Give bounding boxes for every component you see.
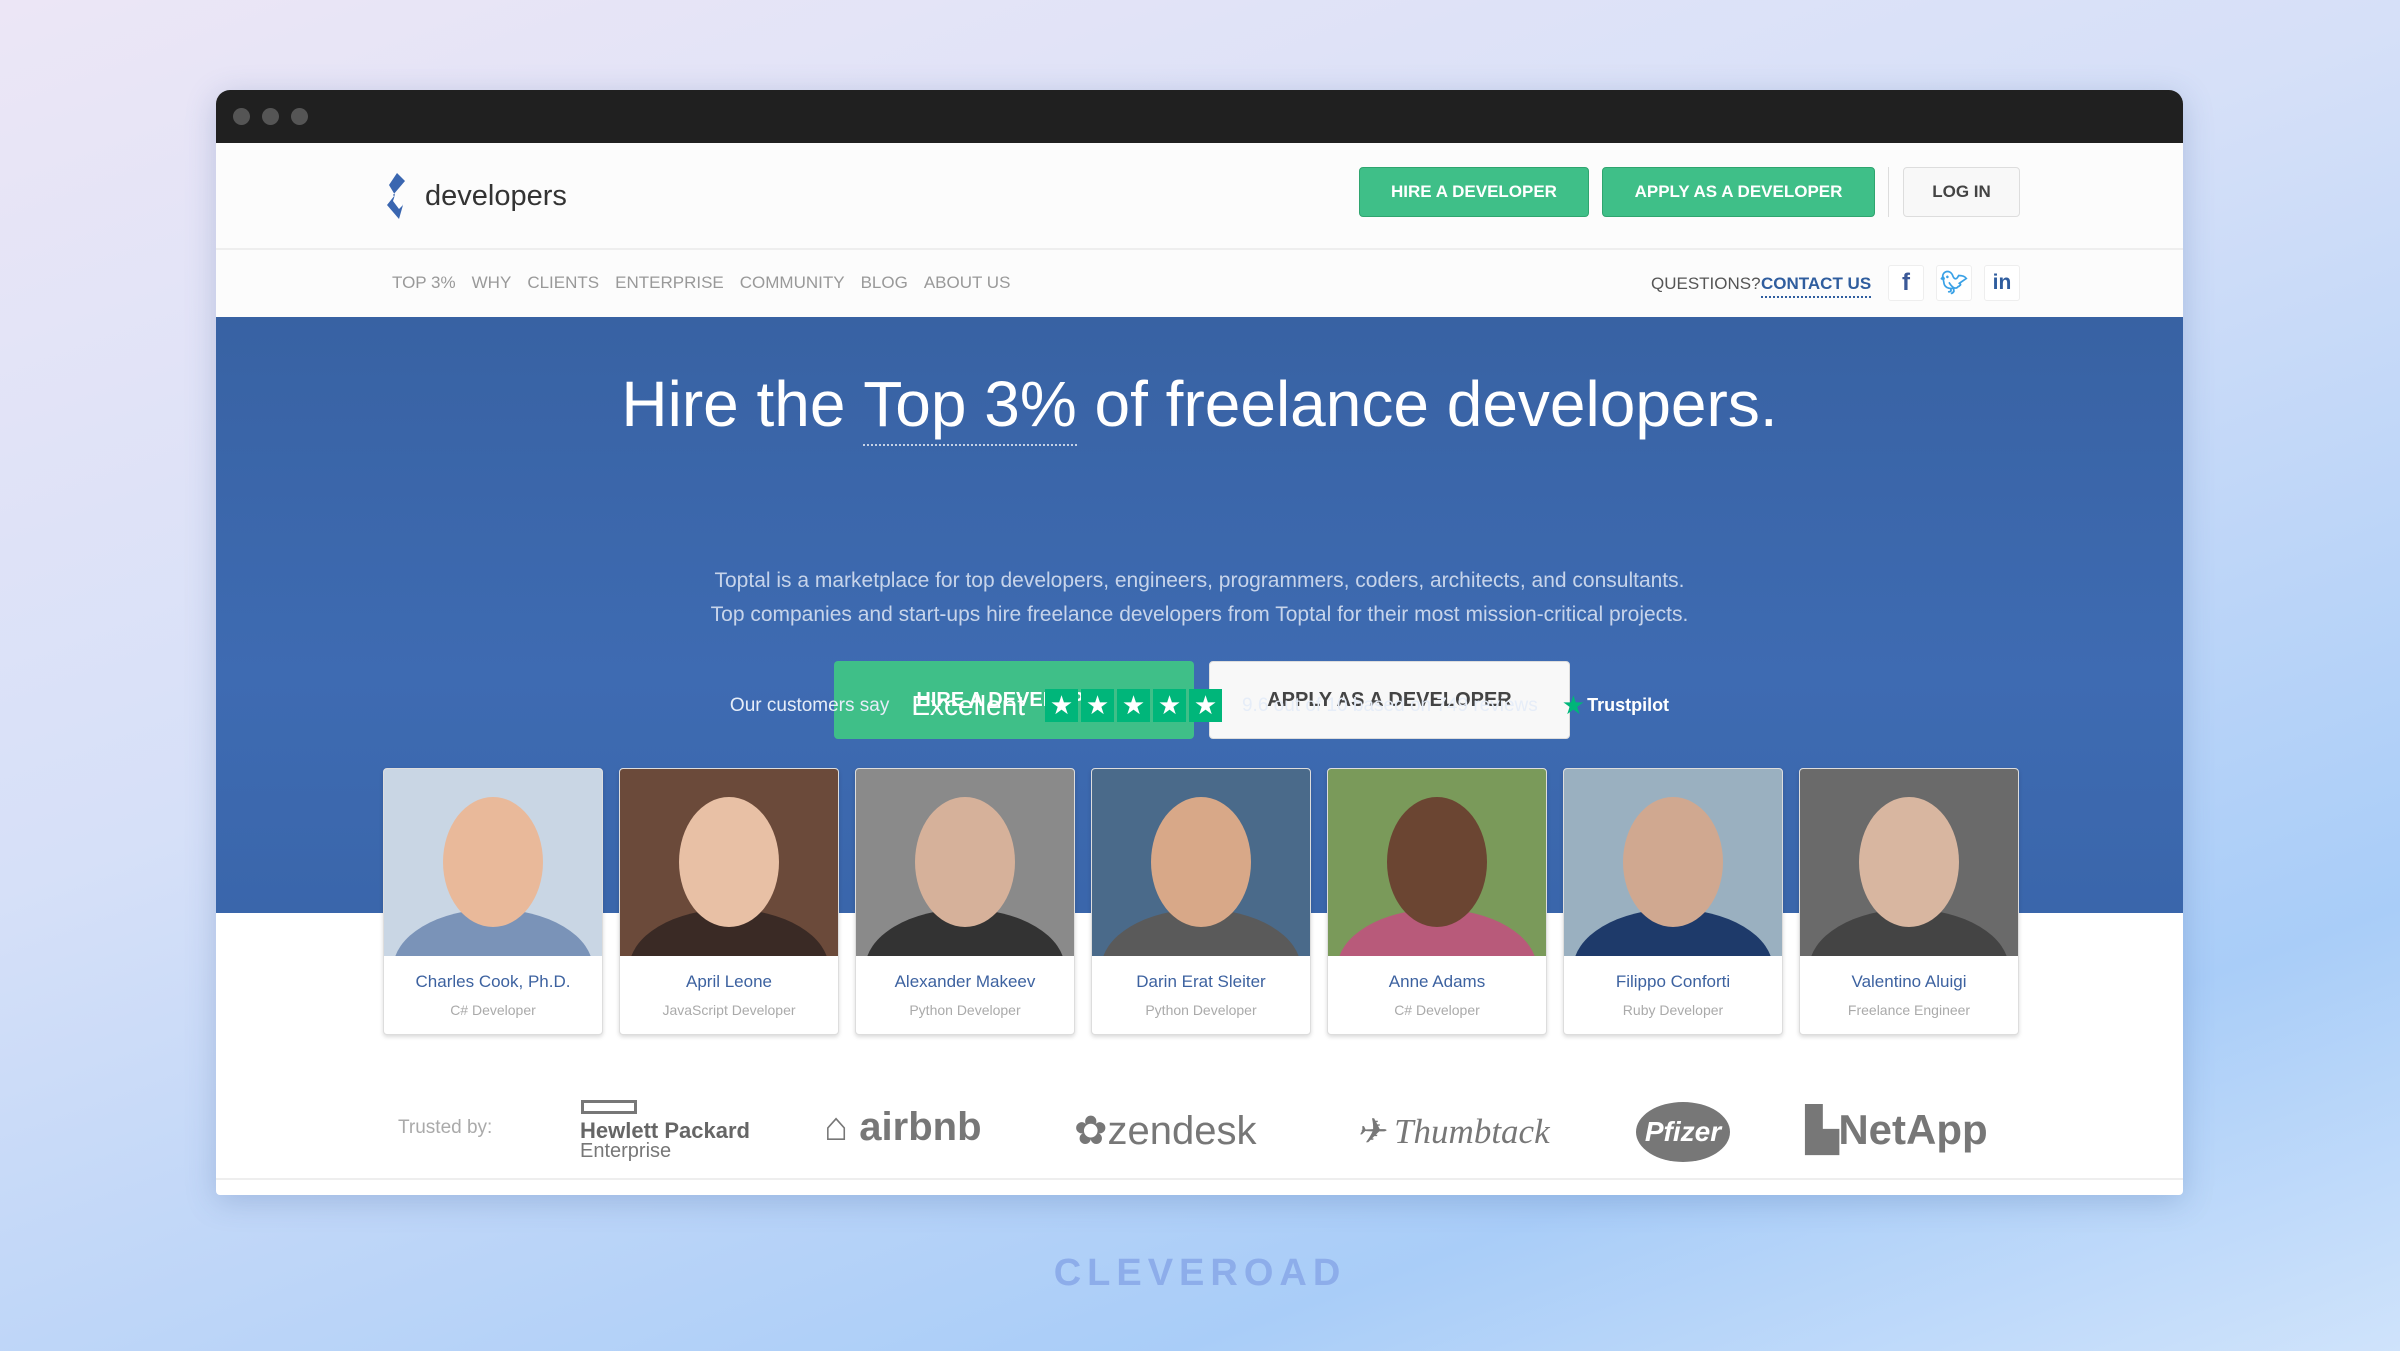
developer-name[interactable]: Anne Adams	[1328, 972, 1546, 992]
developer-photo	[1800, 769, 2018, 956]
star-icon: ★	[1116, 689, 1150, 722]
netapp-logo-icon: ▙	[1806, 1106, 1839, 1153]
developer-name[interactable]: Filippo Conforti	[1564, 972, 1782, 992]
developer-photo	[856, 769, 1074, 956]
window-minimize-dot[interactable]	[262, 108, 279, 125]
trustpilot-rating-word: Excellent	[911, 689, 1025, 721]
trustpilot-star-icon: ★	[1561, 690, 1586, 720]
window-close-dot[interactable]	[233, 108, 250, 125]
headline-part: .	[1759, 368, 1778, 440]
brand-hpe-enterprise: Enterprise	[580, 1140, 672, 1162]
star-icon: ★	[1044, 689, 1078, 722]
brand-zendesk-text: zendesk	[1107, 1109, 1257, 1153]
trustpilot-stars: ★ ★ ★ ★ ★	[1044, 689, 1222, 722]
window-maximize-dot[interactable]	[291, 108, 308, 125]
headline-part: of freelance	[1076, 368, 1447, 440]
nav-clients[interactable]: CLIENTS	[527, 273, 599, 293]
header-divider	[1888, 167, 1889, 217]
thumbtack-logo-icon: ✈	[1356, 1112, 1386, 1151]
title-bar	[216, 90, 2183, 143]
nav-community[interactable]: COMMUNITY	[740, 273, 845, 293]
brand-thumbtack: ✈ Thumbtack	[1356, 1112, 1550, 1152]
headline-developers: developers	[1446, 368, 1760, 440]
login-button[interactable]: LOG IN	[1903, 167, 2020, 217]
hero-headline: Hire the Top 3% of freelance developers.	[216, 367, 2183, 446]
hero-subtext-1: Toptal is a marketplace for top develope…	[714, 569, 1685, 592]
linkedin-icon[interactable]: in	[1984, 265, 2020, 301]
developer-name[interactable]: Darin Erat Sleiter	[1092, 972, 1310, 992]
developer-card[interactable]: April Leone JavaScript Developer	[619, 768, 839, 1035]
brand-zendesk: ✿zendesk	[1074, 1108, 1257, 1154]
developer-role: JavaScript Developer	[662, 1002, 796, 1018]
nav-blog[interactable]: BLOG	[861, 273, 908, 293]
nav-enterprise[interactable]: ENTERPRISE	[615, 273, 724, 293]
developer-card[interactable]: Darin Erat Sleiter Python Developer	[1091, 768, 1311, 1035]
developer-card[interactable]: Anne Adams C# Developer	[1327, 768, 1547, 1035]
developer-card[interactable]: Alexander Makeev Python Developer	[855, 768, 1075, 1035]
brand-netapp-text: NetApp	[1838, 1106, 1988, 1153]
brand-airbnb-text: airbnb	[859, 1105, 982, 1149]
developer-photo	[1564, 769, 1782, 956]
brand-airbnb: ⌂ airbnb	[824, 1105, 982, 1150]
trusted-label: Trusted by:	[398, 1117, 493, 1138]
developer-name[interactable]: Charles Cook, Ph.D.	[384, 972, 602, 992]
developer-photo	[620, 769, 838, 956]
toptal-logo-icon	[387, 173, 405, 219]
headline-top3: Top 3%	[863, 368, 1077, 446]
logo-text: developers	[425, 179, 567, 212]
star-icon: ★	[1080, 689, 1114, 722]
site-header: developers HIRE A DEVELOPER APPLY AS A D…	[216, 143, 2183, 250]
star-icon: ★	[1188, 689, 1222, 722]
developer-photo	[1092, 769, 1310, 956]
star-icon: ★	[1152, 689, 1186, 722]
header-hire-button[interactable]: HIRE A DEVELOPER	[1359, 167, 1589, 217]
headline-part: Hire the	[621, 368, 864, 440]
trustpilot-summary: 9.6 out of 10 based on 749 reviews	[1241, 694, 1538, 716]
developer-photo	[384, 769, 602, 956]
developer-card[interactable]: Filippo Conforti Ruby Developer	[1563, 768, 1783, 1035]
footer-divider	[216, 1178, 2183, 1180]
developer-role: Ruby Developer	[1622, 1002, 1724, 1018]
developer-photo	[1328, 769, 1546, 956]
developer-role: Python Developer	[1145, 1002, 1257, 1018]
developer-name[interactable]: April Leone	[620, 972, 838, 992]
questions-label: QUESTIONS?	[1651, 274, 1761, 293]
developer-role: C# Developer	[450, 1002, 536, 1018]
developer-cards: Charles Cook, Ph.D. C# Developer April L…	[383, 768, 2019, 1035]
developer-role: C# Developer	[1394, 1002, 1480, 1018]
nav-why[interactable]: WHY	[472, 273, 512, 293]
nav-top3[interactable]: TOP 3%	[392, 273, 456, 293]
cleveroad-watermark: CLEVEROAD	[1053, 1252, 1347, 1294]
nav-about[interactable]: ABOUT US	[924, 273, 1011, 293]
toptal-logo[interactable]: developers	[383, 171, 567, 221]
hpe-logo-icon	[581, 1100, 637, 1114]
developer-role: Python Developer	[909, 1002, 1021, 1018]
zendesk-logo-icon: ✿	[1074, 1109, 1108, 1153]
brand-pfizer: Pfizer	[1636, 1102, 1730, 1162]
header-apply-button[interactable]: APPLY AS A DEVELOPER	[1602, 167, 1875, 217]
developer-name[interactable]: Valentino Aluigi	[1800, 972, 2018, 992]
twitter-icon[interactable]: 🐦︎	[1936, 265, 1972, 301]
brand-thumbtack-text: Thumbtack	[1394, 1112, 1550, 1151]
airbnb-logo-icon: ⌂	[824, 1105, 849, 1149]
developer-role: Freelance Engineer	[1847, 1002, 1971, 1018]
hero-subtext-2: Top companies and start-ups hire freelan…	[710, 603, 1689, 626]
main-nav: TOP 3% WHY CLIENTS ENTERPRISE COMMUNITY …	[216, 250, 2183, 317]
contact-us-link[interactable]: CONTACT US	[1761, 274, 1872, 298]
trustpilot-widget[interactable]: Our customers say Excellent ★ ★ ★ ★ ★ 9.6 ou…	[216, 689, 2183, 722]
facebook-icon[interactable]: f	[1888, 265, 1924, 301]
developer-name[interactable]: Alexander Makeev	[856, 972, 1074, 992]
trusted-by-row: Trusted by: Hewlett Packard Enterprise ⌂…	[216, 1100, 2183, 1162]
browser-window: developers HIRE A DEVELOPER APPLY AS A D…	[216, 90, 2183, 1195]
trustpilot-prefix: Our customers say	[729, 694, 890, 716]
brand-netapp: ▙NetApp	[1806, 1105, 1988, 1154]
developer-card[interactable]: Valentino Aluigi Freelance Engineer	[1799, 768, 2019, 1035]
developer-card[interactable]: Charles Cook, Ph.D. C# Developer	[383, 768, 603, 1035]
trustpilot-brand: Trustpilot	[1587, 695, 1670, 715]
